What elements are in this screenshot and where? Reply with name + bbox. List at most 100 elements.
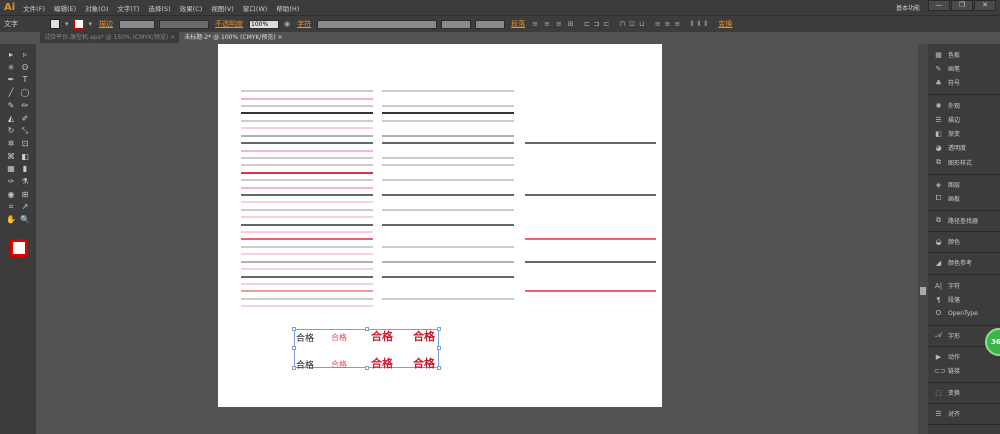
tool-icon[interactable]: ✋ (6, 215, 16, 225)
stroke-link[interactable]: 描边 (99, 19, 113, 29)
tool-icon[interactable]: ✎ (6, 101, 16, 111)
brush-select[interactable] (159, 19, 210, 29)
tool-icon[interactable]: ▹ (20, 50, 30, 60)
panel-item-character[interactable]: A| 字符 (934, 281, 960, 291)
tool-icon[interactable]: 🔍 (20, 215, 30, 225)
panel-item-gradient[interactable]: ◧ 渐变 (934, 129, 960, 139)
resize-handle[interactable] (365, 327, 369, 331)
panel-item-opentype[interactable]: O OpenType (934, 309, 978, 317)
tool-icon[interactable]: ◉ (6, 190, 16, 200)
panel-item-artboard[interactable]: ⧠ 画板 (934, 194, 960, 203)
menu-item[interactable]: 对象(O) (85, 3, 108, 13)
align-icons[interactable]: ⊞ ⊏⊐⊏ ⊓⊡⊔ ≡≡≡ ⫴⫴⫴ (568, 20, 712, 29)
tool-icon[interactable]: ▮ (20, 164, 30, 174)
align-right-icon[interactable]: ≡ (556, 20, 562, 28)
chevron-down-icon[interactable]: ▾ (89, 20, 93, 28)
tool-icon[interactable]: ⊡ (20, 139, 30, 149)
panel-item-appearance[interactable]: ✺ 外观 (934, 101, 960, 111)
tool-icon[interactable]: ✒ (6, 75, 16, 85)
text-sample[interactable]: 合格 (296, 331, 314, 344)
panel-item-layers[interactable]: ◈ 图层 (934, 180, 960, 190)
workspace-switcher[interactable]: 基本功能 (896, 3, 920, 12)
panel-item-links[interactable]: ⊂⊃ 链接 (934, 366, 960, 376)
minimize-button[interactable]: — (928, 0, 950, 11)
menu-item[interactable]: 窗口(W) (243, 3, 268, 13)
tool-icon[interactable]: ⌗ (6, 202, 16, 212)
character-link[interactable]: 字符 (297, 19, 311, 29)
paragraph-link[interactable]: 段落 (511, 19, 525, 29)
recolor-icon[interactable]: ◉ (284, 20, 290, 28)
scroll-thumb[interactable] (920, 287, 926, 295)
menu-item[interactable]: 帮助(H) (276, 3, 299, 13)
tool-icon[interactable]: ⌘ (6, 152, 16, 162)
transform-link[interactable]: 变换 (718, 19, 732, 29)
font-size-field[interactable] (475, 19, 506, 29)
align-center-icon[interactable]: ≡ (544, 20, 550, 28)
tool-icon[interactable]: ✏ (20, 101, 30, 111)
tool-icon[interactable]: ↻ (6, 126, 16, 136)
panel-item-glyphs[interactable]: 𝒜 字形 (934, 331, 960, 340)
menu-item[interactable]: 文件(F) (23, 3, 45, 13)
panel-item-transparency[interactable]: ◕ 透明度 (934, 143, 966, 153)
tool-icon[interactable]: ◭ (6, 114, 16, 124)
panel-item-transform[interactable]: ⬚ 变换 (934, 388, 960, 398)
close-button[interactable]: ✕ (974, 0, 996, 11)
tool-icon[interactable]: ⚗ (20, 177, 30, 187)
tool-icon[interactable]: ↗ (20, 202, 30, 212)
tool-icon[interactable]: ▦ (6, 164, 16, 174)
tool-icon[interactable]: ✳ (6, 63, 16, 73)
text-sample[interactable]: 合格 (331, 359, 347, 370)
menu-item[interactable]: 文字(T) (117, 3, 139, 13)
tool-icon[interactable]: ✑ (6, 177, 16, 187)
text-sample[interactable]: 合格 (413, 355, 435, 371)
font-family-select[interactable] (317, 19, 438, 29)
text-sample[interactable]: 合格 (371, 355, 393, 371)
panel-item-color[interactable]: ◒ 颜色 (934, 237, 960, 247)
resize-handle[interactable] (437, 366, 441, 370)
document-tab[interactable]: 未标题-2* @ 100% (CMYK/预览) × (180, 32, 287, 43)
font-style-select[interactable] (441, 19, 472, 29)
panel-item-actions[interactable]: ▶ 动作 (934, 352, 960, 362)
opacity-link[interactable]: 不透明度 (215, 19, 243, 29)
fill-swatch[interactable] (50, 19, 60, 29)
tool-icon[interactable]: ◯ (20, 88, 30, 98)
panel-item-color-guide[interactable]: ◢ 颜色参考 (934, 258, 972, 268)
panel-item-align[interactable]: ☰ 对齐 (934, 409, 960, 419)
tool-icon[interactable]: ✲ (6, 139, 16, 149)
resize-handle[interactable] (292, 346, 296, 350)
stroke-swatch[interactable] (73, 19, 84, 29)
menu-item[interactable]: 编辑(E) (54, 3, 76, 13)
panel-item-pathfinder[interactable]: ⧉ 路径查找器 (934, 216, 978, 225)
opacity-field[interactable]: 100% (249, 19, 280, 29)
resize-handle[interactable] (365, 366, 369, 370)
tool-icon[interactable]: ╱ (6, 88, 16, 98)
panel-item-swatches[interactable]: ▦ 色板 (934, 50, 960, 60)
panel-item-graphic-styles[interactable]: ⧉ 图形样式 (934, 158, 972, 167)
tab-close-icon[interactable]: × (278, 34, 283, 41)
vertical-scrollbar[interactable] (918, 44, 928, 434)
text-sample[interactable]: 合格 (331, 332, 347, 343)
text-sample[interactable]: 合格 (371, 328, 393, 344)
panel-item-paragraph[interactable]: ¶ 段落 (934, 295, 960, 305)
tool-icon[interactable]: ⤡ (20, 126, 30, 136)
menu-item[interactable]: 效果(C) (180, 3, 203, 13)
menu-item[interactable]: 选择(S) (148, 3, 170, 13)
text-sample[interactable]: 合格 (296, 358, 314, 371)
menu-item[interactable]: 视图(V) (211, 3, 234, 13)
stroke-weight-field[interactable] (119, 19, 156, 29)
resize-handle[interactable] (437, 346, 441, 350)
tool-icon[interactable]: ▸ (6, 50, 16, 60)
tool-icon[interactable]: T (20, 75, 30, 85)
tool-icon[interactable]: ⊞ (20, 190, 30, 200)
restore-button[interactable]: ❐ (951, 0, 973, 11)
chevron-down-icon[interactable]: ▾ (65, 20, 69, 28)
tool-icon[interactable]: ◧ (20, 152, 30, 162)
fill-stroke-icon[interactable] (10, 239, 28, 257)
resize-handle[interactable] (437, 327, 441, 331)
document-tab[interactable]: 试验平台-原型机.eps* @ 150% (CMYK/预览) × (40, 32, 180, 43)
tab-close-icon[interactable]: × (170, 34, 175, 41)
panel-item-stroke[interactable]: ☰ 描边 (934, 115, 960, 125)
tool-icon[interactable]: ✐ (20, 114, 30, 124)
panel-item-brush[interactable]: ✎ 画笔 (934, 64, 960, 74)
tool-icon[interactable]: ʘ (20, 63, 30, 73)
